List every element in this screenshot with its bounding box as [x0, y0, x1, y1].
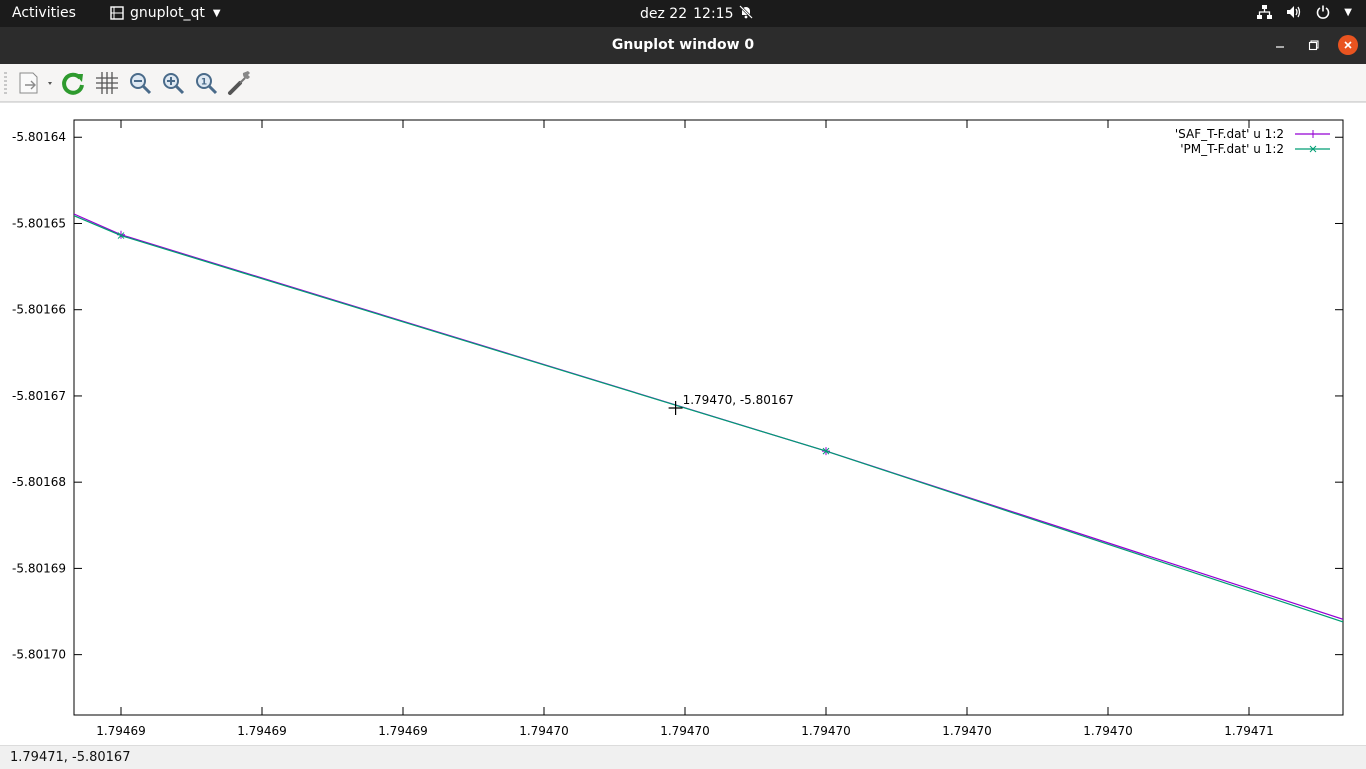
toolbar-handle[interactable]: [4, 72, 7, 94]
x-tick-label: 1.79469: [378, 724, 428, 738]
y-tick-label: -5.80164: [12, 130, 66, 144]
volume-icon[interactable]: [1286, 5, 1302, 19]
grid-icon: [96, 72, 118, 94]
close-button[interactable]: [1338, 35, 1358, 55]
zoom-previous-button[interactable]: [126, 69, 154, 97]
power-icon[interactable]: [1316, 5, 1330, 19]
series-line: [74, 215, 1343, 623]
plot-frame: [73, 119, 1344, 716]
legend-label: 'PM_T-F.dat' u 1:2: [1180, 142, 1284, 156]
zoom-previous-icon: [130, 73, 152, 95]
autoscale-icon: 1: [196, 73, 218, 95]
x-tick-label: 1.79471: [1224, 724, 1274, 738]
chart[interactable]: -5.80164 -5.80165 -5.80166 -5.80167 -5.80168…: [0, 103, 1366, 746]
export-button[interactable]: [14, 69, 56, 97]
y-tick-label: -5.80167: [12, 389, 66, 403]
x-tick-label: 1.79470: [660, 724, 710, 738]
system-tray[interactable]: ▼: [1257, 5, 1352, 19]
status-bar: 1.79471, -5.80167: [0, 745, 1366, 769]
zoom-next-icon: [163, 73, 185, 95]
replot-button[interactable]: [59, 69, 87, 97]
export-icon: [19, 72, 52, 94]
legend-marker: [1309, 130, 1317, 138]
legend-label: 'SAF_T-F.dat' u 1:2: [1175, 127, 1284, 141]
wrench-icon: [228, 71, 250, 95]
annotation-label: 1.79470, -5.80167: [683, 393, 794, 407]
y-tick-label: -5.80165: [12, 216, 66, 230]
y-tick-label: -5.80170: [12, 648, 66, 662]
y-tick-label: -5.80169: [12, 561, 66, 575]
x-tick-label: 1.79470: [942, 724, 992, 738]
status-coordinates: 1.79471, -5.80167: [10, 750, 131, 765]
network-icon[interactable]: [1257, 5, 1273, 19]
zoom-next-button[interactable]: [159, 69, 187, 97]
clock[interactable]: dez 22 12:15: [640, 5, 754, 23]
maximize-button[interactable]: [1304, 35, 1324, 55]
system-top-bar: Activities gnuplot_qt ▼ dez 22 12:15 ▼: [0, 0, 1366, 27]
chevron-down-icon: ▼: [212, 7, 221, 19]
minimize-button[interactable]: [1270, 35, 1290, 55]
app-icon: [110, 6, 124, 20]
app-menu[interactable]: gnuplot_qt ▼: [110, 5, 221, 21]
close-icon: [1344, 41, 1352, 49]
replot-icon: [62, 72, 84, 95]
date-label: dez 22: [640, 6, 688, 22]
activities-button[interactable]: Activities: [12, 5, 76, 21]
gnuplot-toolbar: 1: [0, 64, 1366, 102]
settings-button[interactable]: [225, 69, 253, 97]
svg-text:1: 1: [201, 78, 207, 88]
y-tick-label: -5.80166: [12, 303, 66, 317]
window-title: Gnuplot window 0: [611, 37, 755, 53]
app-name: gnuplot_qt: [130, 5, 205, 21]
chevron-down-icon[interactable]: ▼: [1344, 7, 1352, 18]
window-titlebar[interactable]: Gnuplot window 0: [0, 27, 1366, 64]
time-label: 12:15: [693, 6, 734, 22]
x-tick-label: 1.79470: [519, 724, 569, 738]
x-tick-label: 1.79470: [1083, 724, 1133, 738]
x-tick-label: 1.79470: [801, 724, 851, 738]
x-tick-label: 1.79469: [237, 724, 287, 738]
y-tick-label: -5.80168: [12, 475, 66, 489]
grid-button[interactable]: [93, 69, 121, 97]
autoscale-button[interactable]: 1: [192, 69, 220, 97]
x-tick-label: 1.79469: [96, 724, 146, 738]
plot-canvas[interactable]: -5.80164 -5.80165 -5.80166 -5.80167 -5.80168…: [0, 102, 1366, 746]
notifications-off-icon: [739, 5, 754, 23]
series-group: [74, 213, 1343, 623]
